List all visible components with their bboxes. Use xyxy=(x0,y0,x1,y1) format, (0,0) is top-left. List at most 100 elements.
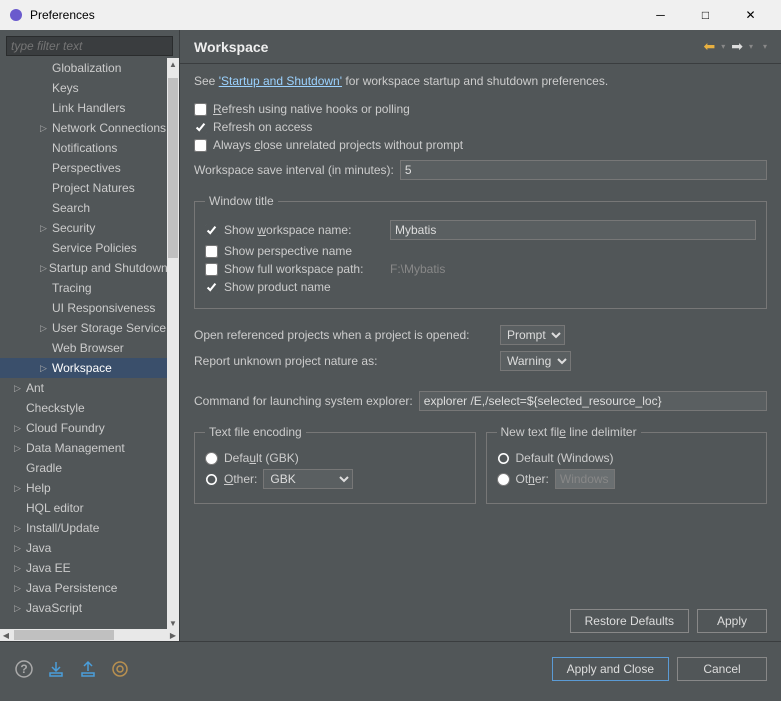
tree-item-keys[interactable]: Keys xyxy=(0,78,167,98)
tree-item-workspace[interactable]: ▷Workspace xyxy=(0,358,167,378)
horizontal-scrollbar[interactable]: ◀ ▶ xyxy=(0,629,179,641)
hscroll-thumb[interactable] xyxy=(14,630,114,640)
tree-item-java-ee[interactable]: ▷Java EE xyxy=(0,558,167,578)
save-interval-input[interactable] xyxy=(400,160,767,180)
nav-forward-icon[interactable]: ➡ xyxy=(731,38,743,55)
tree-arrow-icon: ▷ xyxy=(14,583,24,594)
cancel-button[interactable]: Cancel xyxy=(677,657,767,681)
show-workspace-name-label: Show workspace name: xyxy=(224,223,384,237)
tree-item-notifications[interactable]: Notifications xyxy=(0,138,167,158)
tree-item-perspectives[interactable]: Perspectives xyxy=(0,158,167,178)
tree-arrow-icon: ▷ xyxy=(40,123,50,134)
encoding-default-radio[interactable] xyxy=(205,452,218,465)
encoding-other-select[interactable]: GBK xyxy=(263,469,353,489)
app-icon xyxy=(8,7,24,23)
report-nature-label: Report unknown project nature as: xyxy=(194,354,494,368)
tree-item-label: Startup and Shutdown xyxy=(49,261,167,275)
tree-item-cloud-foundry[interactable]: ▷Cloud Foundry xyxy=(0,418,167,438)
close-unrelated-checkbox[interactable] xyxy=(194,139,207,152)
tree-arrow-icon: ▷ xyxy=(14,563,24,574)
tree-item-project-natures[interactable]: Project Natures xyxy=(0,178,167,198)
apply-button[interactable]: Apply xyxy=(697,609,767,633)
tree-item-install-update[interactable]: ▷Install/Update xyxy=(0,518,167,538)
tree-item-search[interactable]: Search xyxy=(0,198,167,218)
filter-input[interactable] xyxy=(6,36,173,56)
nav-menu-icon[interactable]: ▾ xyxy=(763,42,767,51)
delimiter-other-radio[interactable] xyxy=(497,473,510,486)
window-title: Preferences xyxy=(30,8,638,22)
scroll-down-icon[interactable]: ▼ xyxy=(167,617,179,629)
vertical-scrollbar[interactable]: ▲ ▼ xyxy=(167,58,179,629)
encoding-other-radio[interactable] xyxy=(205,473,218,486)
delimiter-group: New text file line delimiter Default (Wi… xyxy=(486,425,768,504)
nav-back-menu-icon[interactable]: ▾ xyxy=(721,42,725,51)
export-icon[interactable] xyxy=(78,659,98,679)
import-icon[interactable] xyxy=(46,659,66,679)
minimize-button[interactable]: ─ xyxy=(638,0,683,30)
tree-item-network-connections[interactable]: ▷Network Connections xyxy=(0,118,167,138)
scroll-right-icon[interactable]: ▶ xyxy=(167,629,179,641)
filter-box xyxy=(6,36,173,56)
tree-item-data-management[interactable]: ▷Data Management xyxy=(0,438,167,458)
refresh-access-checkbox[interactable] xyxy=(194,121,207,134)
tree-item-label: Keys xyxy=(52,81,79,95)
nav-forward-menu-icon[interactable]: ▾ xyxy=(749,42,753,51)
show-full-path-checkbox[interactable] xyxy=(205,263,218,276)
tree-item-javascript[interactable]: ▷JavaScript xyxy=(0,598,167,618)
tree-item-label: Security xyxy=(52,221,95,235)
tree-item-globalization[interactable]: Globalization xyxy=(0,58,167,78)
tree-item-hql-editor[interactable]: HQL editor xyxy=(0,498,167,518)
tree-item-label: Web Browser xyxy=(52,341,124,355)
tree-item-startup-and-shutdown[interactable]: ▷Startup and Shutdown xyxy=(0,258,167,278)
main-panel: Workspace ⬅ ▾ ➡ ▾ ▾ See 'Startup and Shu… xyxy=(180,30,781,641)
tree-item-user-storage-service[interactable]: ▷User Storage Service xyxy=(0,318,167,338)
page-header: Workspace ⬅ ▾ ➡ ▾ ▾ xyxy=(180,30,781,64)
tree-item-label: Service Policies xyxy=(52,241,137,255)
open-referenced-select[interactable]: Prompt xyxy=(500,325,565,345)
report-nature-select[interactable]: Warning xyxy=(500,351,571,371)
tree-item-security[interactable]: ▷Security xyxy=(0,218,167,238)
tree-item-ui-responsiveness[interactable]: UI Responsiveness xyxy=(0,298,167,318)
tree-item-java[interactable]: ▷Java xyxy=(0,538,167,558)
close-button[interactable]: ✕ xyxy=(728,0,773,30)
show-perspective-checkbox[interactable] xyxy=(205,245,218,258)
tree-item-help[interactable]: ▷Help xyxy=(0,478,167,498)
tree-item-ant[interactable]: ▷Ant xyxy=(0,378,167,398)
tree-item-label: Java xyxy=(26,541,51,555)
show-workspace-name-checkbox[interactable] xyxy=(205,224,218,237)
tree-item-tracing[interactable]: Tracing xyxy=(0,278,167,298)
refresh-hooks-checkbox[interactable] xyxy=(194,103,207,116)
delimiter-default-radio[interactable] xyxy=(497,452,510,465)
startup-shutdown-link[interactable]: 'Startup and Shutdown' xyxy=(219,74,342,88)
workspace-name-input[interactable] xyxy=(390,220,756,240)
tree-item-label: Ant xyxy=(26,381,44,395)
explorer-command-input[interactable] xyxy=(419,391,767,411)
maximize-button[interactable]: □ xyxy=(683,0,728,30)
tree-arrow-icon: ▷ xyxy=(40,363,50,374)
delimiter-other-label: Other: xyxy=(516,472,549,486)
nav-back-icon[interactable]: ⬅ xyxy=(703,38,715,55)
scroll-thumb[interactable] xyxy=(168,78,178,258)
tree-item-label: User Storage Service xyxy=(52,321,166,335)
tree-item-checkstyle[interactable]: Checkstyle xyxy=(0,398,167,418)
scroll-up-icon[interactable]: ▲ xyxy=(167,58,179,70)
show-perspective-label: Show perspective name xyxy=(224,244,352,258)
encoding-other-label: Other: xyxy=(224,472,257,486)
tree-item-gradle[interactable]: Gradle xyxy=(0,458,167,478)
restore-defaults-button[interactable]: Restore Defaults xyxy=(570,609,689,633)
delimiter-other-select: Windows xyxy=(555,469,615,489)
svg-text:?: ? xyxy=(20,662,27,676)
tree-arrow-icon: ▷ xyxy=(14,523,24,534)
apply-and-close-button[interactable]: Apply and Close xyxy=(552,657,669,681)
tree-item-web-browser[interactable]: Web Browser xyxy=(0,338,167,358)
scroll-left-icon[interactable]: ◀ xyxy=(0,629,12,641)
help-icon[interactable]: ? xyxy=(14,659,34,679)
tree-item-service-policies[interactable]: Service Policies xyxy=(0,238,167,258)
tree-item-label: Workspace xyxy=(52,361,112,375)
show-product-checkbox[interactable] xyxy=(205,281,218,294)
tree-item-link-handlers[interactable]: Link Handlers xyxy=(0,98,167,118)
tree-item-java-persistence[interactable]: ▷Java Persistence xyxy=(0,578,167,598)
oomph-icon[interactable] xyxy=(110,659,130,679)
tree-arrow-icon: ▷ xyxy=(14,423,24,434)
encoding-legend: Text file encoding xyxy=(205,425,306,439)
